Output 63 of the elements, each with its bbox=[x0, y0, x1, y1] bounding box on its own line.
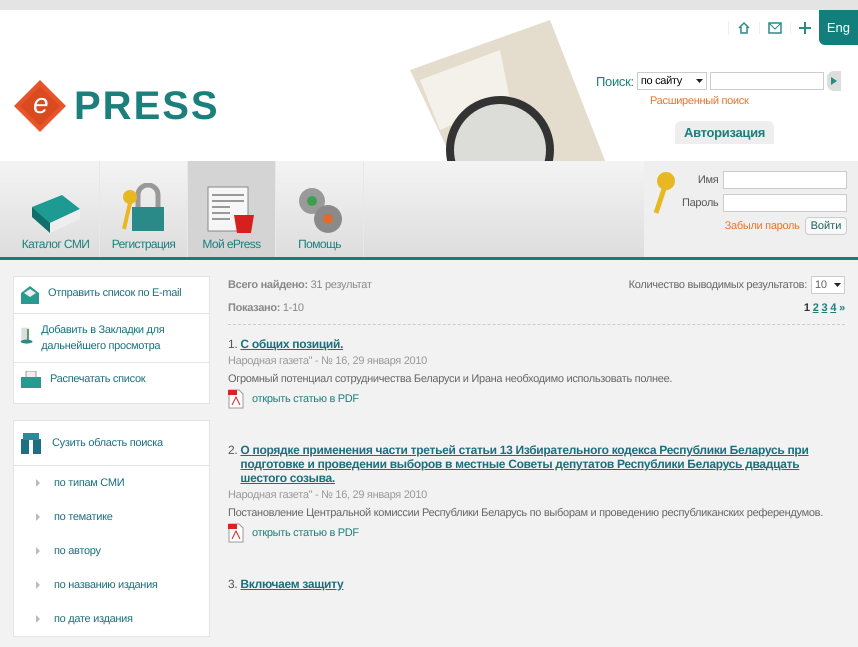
forgot-password-link[interactable]: Забыли пароль bbox=[724, 220, 800, 232]
scope-dropdown[interactable]: по сайту bbox=[636, 72, 707, 90]
search-go-button[interactable] bbox=[826, 71, 841, 91]
result-source: Народная газета" - № 16, 29 января 2010 bbox=[228, 489, 428, 501]
name-field[interactable] bbox=[723, 171, 848, 189]
nav-tab[interactable]: Регистрация bbox=[100, 161, 188, 257]
advanced-search-link[interactable]: Расширенный поиск bbox=[650, 95, 858, 107]
per-page-dropdown[interactable]: 10 bbox=[811, 276, 845, 294]
login-button[interactable]: Войти bbox=[804, 217, 848, 235]
sidebar-action[interactable]: Добавить в Закладки для дальнейшего просмотра bbox=[14, 314, 209, 363]
result-source: Народная газета" - № 16, 29 января 2010 bbox=[228, 355, 428, 367]
result-number: 3. bbox=[228, 577, 238, 591]
shown-range-text: Показано: 1-10 bbox=[228, 302, 304, 314]
password-field[interactable] bbox=[723, 194, 848, 212]
result-number: 1. bbox=[228, 337, 238, 351]
envelope-icon bbox=[20, 285, 40, 305]
key-icon bbox=[652, 171, 676, 215]
open-pdf-link[interactable]: открыть статью в PDF bbox=[252, 393, 359, 405]
result-title-link[interactable]: Включаем защиту bbox=[240, 577, 344, 591]
results-per-page-label: Количество выводимых результатов: bbox=[628, 279, 807, 291]
search-field[interactable] bbox=[710, 72, 824, 90]
printer-icon bbox=[20, 371, 42, 389]
page-link[interactable]: 2 bbox=[812, 302, 819, 314]
filter-link[interactable]: по тематике bbox=[54, 511, 113, 523]
next-page-link[interactable]: » bbox=[839, 302, 845, 314]
sidebar-action[interactable]: Отправить список по E-mail bbox=[14, 277, 209, 314]
result-title-link[interactable]: О порядке применения части третьей статьи 13 Избирательного кодекса Республики Беларусь при подготовке и проведении выборов в местные Советы депутатов Республики Беларусь двадцать шестого созыва. bbox=[240, 443, 845, 485]
triangle-bullet-icon bbox=[36, 513, 40, 521]
nav-tab[interactable]: Мой ePress bbox=[188, 161, 276, 257]
total-found-text: Всего найдено: 31 результат bbox=[228, 279, 372, 291]
logo-text: PRESS bbox=[74, 84, 220, 128]
triangle-bullet-icon bbox=[36, 615, 40, 623]
logo-diamond-icon bbox=[12, 78, 68, 134]
password-label: Пароль bbox=[682, 197, 718, 209]
nav-tab[interactable]: Каталог СМИ bbox=[12, 161, 100, 257]
logo-letter: e bbox=[33, 88, 48, 120]
filter-link[interactable]: по автору bbox=[54, 545, 101, 557]
open-pdf-link[interactable]: открыть статью в PDF bbox=[252, 527, 359, 539]
pdf-file-icon bbox=[228, 389, 244, 409]
triangle-bullet-icon bbox=[36, 547, 40, 555]
triangle-bullet-icon bbox=[36, 479, 40, 487]
narrow-search-heading: Сузить область поиска bbox=[52, 437, 163, 449]
nav-tab[interactable]: Помощь bbox=[276, 161, 364, 257]
result-title-link[interactable]: С общих позиций. bbox=[240, 337, 344, 351]
sidebar-action[interactable]: Распечатать список bbox=[14, 363, 209, 403]
search-label: Поиск: bbox=[596, 74, 634, 88]
page-link[interactable]: 3 bbox=[822, 302, 828, 314]
result-summary: Огромный потенциал сотрудничества Беларуси и Ирана необходимо использовать полнее. bbox=[228, 373, 674, 385]
caret-icon bbox=[834, 283, 841, 287]
language-button[interactable]: Eng bbox=[818, 10, 858, 45]
filter-link[interactable]: по названию издания bbox=[54, 579, 158, 591]
page-link[interactable]: 4 bbox=[830, 302, 836, 314]
caret-icon bbox=[696, 79, 703, 83]
filter-link[interactable]: по дате издания bbox=[54, 613, 133, 625]
auth-tab[interactable]: Авторизация bbox=[675, 121, 774, 144]
pdf-file-icon bbox=[228, 523, 244, 543]
filter-link[interactable]: по типам СМИ bbox=[54, 477, 124, 489]
triangle-bullet-icon bbox=[36, 581, 40, 589]
name-label: Имя bbox=[698, 174, 718, 186]
play-arrow-icon bbox=[830, 77, 837, 85]
page-link[interactable]: 1 bbox=[804, 302, 810, 314]
result-summary: Постановление Центральной комиссии Республики Беларусь по выборам и проведению республиканских референдумов. bbox=[228, 507, 824, 519]
result-number: 2. bbox=[228, 443, 238, 459]
